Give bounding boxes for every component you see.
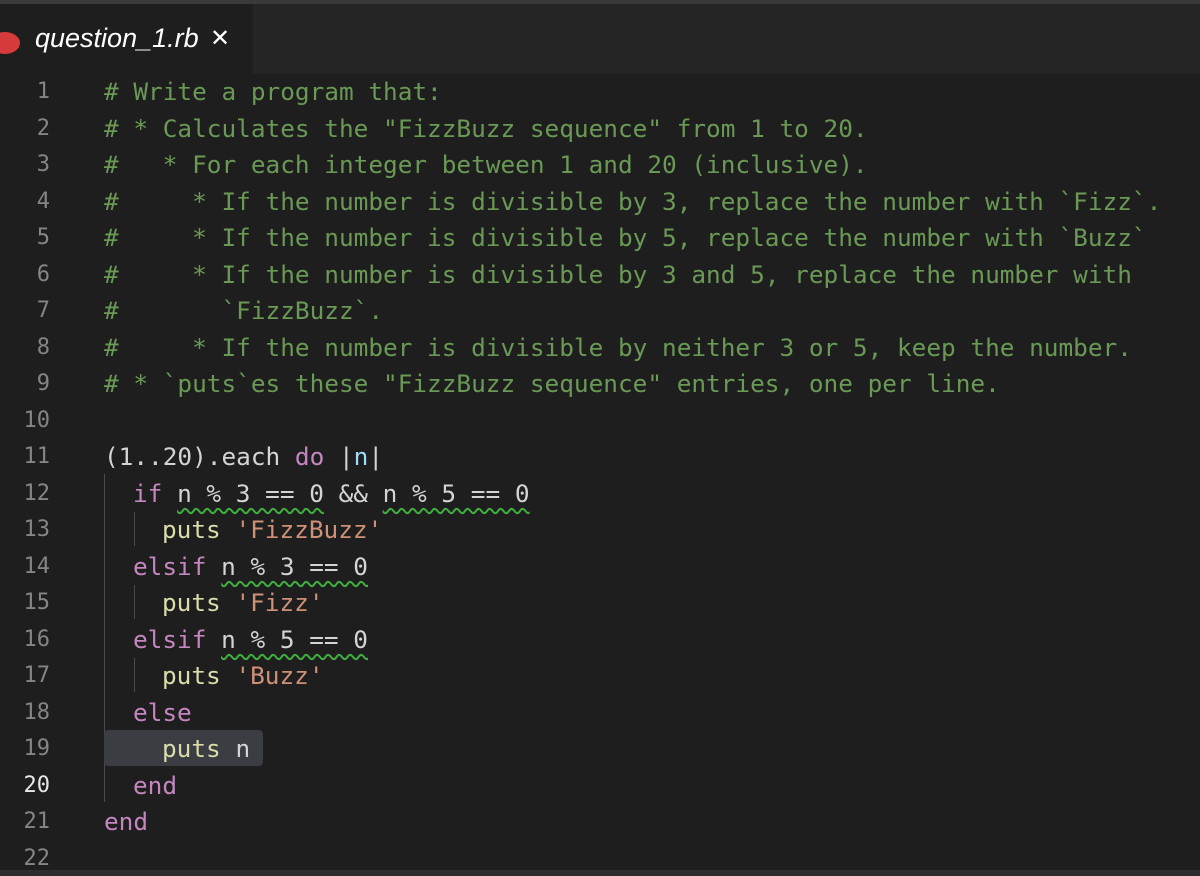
keyword-token: if (133, 478, 163, 508)
tab-filename: question_1.rb (35, 23, 199, 53)
keyword-token: elsif (133, 551, 207, 581)
line-number: 9 (36, 371, 50, 396)
function-token: puts (162, 515, 221, 544)
code-line-3: # * For each integer between 1 and 20 (i… (104, 150, 868, 179)
line-number: 18 (23, 699, 51, 725)
string-token: 'Buzz' (235, 661, 324, 690)
line-number: 13 (23, 517, 51, 542)
line-number: 3 (36, 152, 50, 177)
line-number: 5 (36, 225, 50, 250)
line-number: 17 (23, 663, 51, 688)
keyword-token: do (294, 442, 325, 471)
code-line-21: end (104, 804, 148, 841)
line-number: 1 (36, 79, 50, 104)
lint-warning-expression: n % 5 == 0 (382, 478, 530, 508)
code-line-16: elsif n % 5 == 0 (133, 622, 368, 659)
code-line-13: puts 'FizzBuzz' (162, 512, 382, 549)
line-number: 6 (36, 261, 50, 287)
code-line-5: # * If the number is divisible by 5, rep… (104, 223, 1147, 252)
line-number: 7 (36, 298, 50, 323)
line-number: 19 (23, 736, 51, 761)
lint-warning-expression: n % 3 == 0 (221, 551, 368, 581)
code-line-19: puts n (162, 731, 250, 768)
keyword-token: elsif (133, 624, 207, 654)
keyword-token: end (104, 807, 149, 836)
code-line-14: elsif n % 3 == 0 (133, 549, 368, 586)
close-icon[interactable]: ✕ (210, 24, 230, 52)
indent-guide (134, 512, 135, 546)
line-number: 4 (36, 188, 50, 214)
code-line-15: puts 'Fizz' (162, 585, 324, 622)
keyword-token: else (133, 697, 192, 727)
line-number: 21 (23, 809, 51, 834)
code-editor[interactable]: 1 2 3 4 5 6 7 8 9 10 11 12 13 14 15 16 1… (0, 74, 1200, 871)
code-line-11: (1..20).each do |n| (104, 439, 383, 476)
line-number: 16 (23, 626, 51, 652)
variable-token: n (353, 442, 369, 471)
code-line-9: # * `puts`es these "FizzBuzz sequence" e… (104, 369, 1000, 398)
function-token: puts (162, 588, 221, 617)
line-number: 12 (23, 480, 51, 506)
code-token: | (338, 442, 354, 471)
code-token: && (323, 478, 383, 508)
modified-dot-icon (0, 32, 20, 54)
code-token: | (368, 442, 384, 471)
code-line-8: # * If the number is divisible by neithe… (104, 332, 1132, 362)
code-line-2: # * Calculates the "FizzBuzz sequence" f… (104, 113, 868, 143)
string-token: 'Fizz' (235, 588, 324, 617)
status-bar-edge (0, 870, 1200, 876)
code-line-7: # `FizzBuzz`. (104, 296, 384, 325)
line-number: 8 (36, 334, 50, 360)
code-line-1: # Write a program that: (104, 77, 442, 106)
keyword-token: end (133, 770, 178, 800)
line-number-active: 20 (23, 772, 51, 798)
line-number: 14 (23, 553, 51, 579)
editor-window: question_1.rb ✕ 1 2 3 4 5 6 7 8 9 10 11 … (0, 0, 1200, 876)
lint-warning-expression: n % 3 == 0 (177, 478, 324, 508)
indent-guide (134, 585, 135, 619)
code-line-20: end (133, 768, 177, 805)
code-line-6: # * If the number is divisible by 3 and … (104, 259, 1132, 289)
tab-question-1[interactable]: question_1.rb ✕ (0, 4, 253, 74)
variable-token: n (235, 734, 251, 763)
code-line-12: if n % 3 == 0 && n % 5 == 0 (133, 476, 530, 513)
line-number: 15 (23, 590, 51, 615)
code-line-17: puts 'Buzz' (162, 658, 324, 695)
code-line-4: # * If the number is divisible by 3, rep… (104, 186, 1162, 216)
tab-bar: question_1.rb ✕ (0, 4, 1200, 74)
line-number: 10 (23, 407, 51, 433)
line-number: 11 (23, 444, 51, 469)
line-number: 2 (36, 115, 50, 141)
function-token: puts (162, 661, 221, 690)
string-token: 'FizzBuzz' (235, 515, 383, 544)
code-token: (1..20).each (104, 442, 295, 471)
function-token: puts (162, 734, 221, 763)
indent-guide (134, 658, 135, 692)
lint-warning-expression: n % 5 == 0 (221, 624, 368, 654)
code-line-18: else (133, 695, 192, 732)
